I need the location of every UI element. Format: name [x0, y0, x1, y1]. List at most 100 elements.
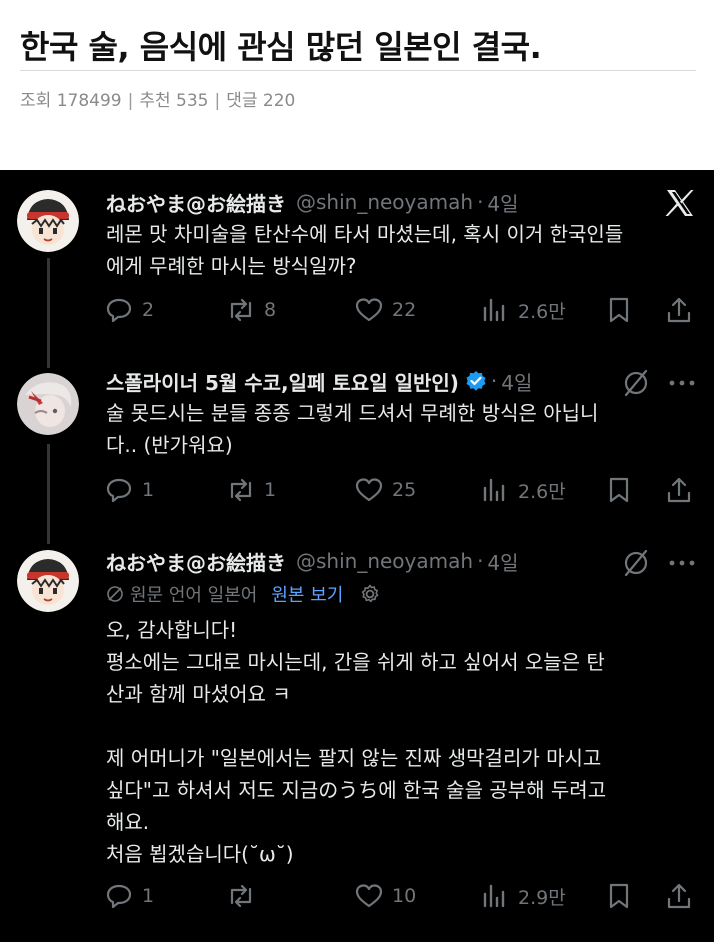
like-icon — [355, 478, 383, 502]
like-count: 25 — [392, 479, 417, 501]
dot-separator: · — [477, 549, 484, 573]
dot-separator: · — [490, 369, 498, 393]
tweet-header: ねおやま@お絵描き @shin_neoyamah · 4일 — [106, 546, 519, 576]
tweet-line: 해요. — [106, 810, 150, 834]
tweet-line: 오, 감사합니다! — [106, 618, 238, 642]
more-icon[interactable] — [668, 378, 696, 388]
retweet-icon — [230, 884, 252, 908]
tweet-actions: 1 10 2.9만 — [104, 876, 704, 916]
tweet-line: 다.. (반가워요) — [106, 433, 233, 457]
recommend-label: 추천 — [139, 91, 171, 111]
thread-line — [47, 258, 50, 368]
reply-icon — [106, 298, 132, 323]
display-name[interactable]: ねおやま@お絵描き — [106, 188, 286, 217]
like-count: 22 — [392, 299, 417, 321]
avatar[interactable] — [17, 373, 79, 435]
bookmark-button[interactable] — [604, 470, 634, 510]
views-label: 조회 — [20, 91, 52, 111]
reply-count: 2 — [142, 299, 155, 321]
post-header: 한국 술, 음식에 관심 많던 일본인 결국. 조회 178499 | 추천 535… — [0, 0, 714, 170]
retweet-count: 1 — [264, 479, 277, 501]
meta-separator: | — [127, 91, 134, 111]
retweet-icon — [230, 298, 252, 322]
recommend-count: 535 — [176, 91, 209, 111]
tweet-time[interactable]: 4일 — [487, 547, 518, 576]
reply-button[interactable]: 1 — [104, 470, 154, 510]
translation-row: 원문 언어 일본어 원본 보기 — [106, 580, 381, 608]
tweet-line: 술 못드시는 분들 종종 그렇게 드셔서 무례한 방식은 아닙니 — [106, 401, 599, 425]
comments-label: 댓글 — [226, 91, 258, 111]
views-button[interactable]: 2.9만 — [480, 876, 566, 916]
tweet-header: ねおやま@お絵描き @shin_neoyamah · 4일 — [106, 187, 519, 217]
views-button[interactable]: 2.6만 — [480, 470, 566, 510]
more-icon[interactable] — [668, 558, 696, 568]
views-count: 2.9만 — [518, 886, 566, 909]
views-button[interactable]: 2.6만 — [480, 290, 566, 330]
display-name[interactable]: 스폴라이너 5월 수코,일페 토요일 일반인) — [106, 367, 459, 396]
bookmark-icon — [609, 883, 629, 909]
reply-icon — [106, 884, 132, 909]
retweet-button[interactable]: 1 — [226, 470, 276, 510]
bookmark-icon — [609, 477, 629, 503]
views-count: 2.6만 — [518, 480, 566, 503]
tweet-thread-image: ねおやま@お絵描き @shin_neoyamah · 4일 레몬 맛 차미술을 … — [0, 170, 714, 942]
meta-separator: | — [214, 91, 221, 111]
user-handle[interactable]: @shin_neoyamah — [296, 549, 473, 573]
x-logo-icon[interactable] — [664, 188, 696, 218]
like-icon — [355, 884, 383, 908]
tweet-text: 술 못드시는 분들 종종 그렇게 드셔서 무례한 방식은 아닙니 다.. (반가… — [106, 397, 696, 461]
retweet-button[interactable] — [226, 876, 264, 916]
tweet-line: 제 어머니가 "일본에서는 팔지 않는 진짜 생막걸리가 마시고 — [106, 746, 602, 770]
share-icon — [667, 297, 691, 323]
share-icon — [667, 883, 691, 909]
gear-icon[interactable] — [359, 583, 381, 605]
reply-button[interactable]: 1 — [104, 876, 154, 916]
like-icon — [355, 298, 383, 322]
retweet-icon — [230, 478, 252, 502]
tweet-actions: 1 1 25 2.6만 — [104, 470, 704, 510]
user-handle[interactable]: @shin_neoyamah — [296, 190, 473, 214]
reply-count: 1 — [142, 885, 155, 907]
display-name[interactable]: ねおやま@お絵描き — [106, 547, 286, 576]
views-icon — [483, 884, 505, 908]
tweet-time[interactable]: 4일 — [501, 367, 532, 396]
retweet-button[interactable]: 8 — [226, 290, 276, 330]
reply-icon — [106, 478, 132, 503]
post-meta: 조회 178499 | 추천 535 | 댓글 220 — [20, 86, 295, 111]
reply-count: 1 — [142, 479, 155, 501]
bookmark-icon — [609, 297, 629, 323]
comments-count: 220 — [262, 91, 296, 111]
post-title: 한국 술, 음식에 관심 많던 일본인 결국. — [20, 28, 542, 66]
grok-icon[interactable] — [622, 369, 650, 397]
share-icon — [667, 477, 691, 503]
title-divider — [20, 70, 696, 71]
tweet-line — [106, 710, 696, 742]
share-button[interactable] — [664, 290, 694, 330]
tweet-line: 에게 무례한 마시는 방식일까? — [106, 254, 357, 278]
show-original-link[interactable]: 원본 보기 — [271, 581, 343, 607]
like-count: 10 — [392, 885, 417, 907]
tweet-text: 레몬 맛 차미술을 탄산수에 타서 마셨는데, 혹시 이거 한국인들 에게 무례… — [106, 218, 696, 282]
retweet-count: 8 — [264, 299, 277, 321]
globe-icon — [107, 586, 123, 602]
avatar[interactable] — [17, 190, 79, 252]
avatar[interactable] — [17, 550, 79, 612]
views-count: 178499 — [56, 91, 122, 111]
views-icon — [483, 478, 505, 502]
bookmark-button[interactable] — [604, 876, 634, 916]
views-count: 2.6만 — [518, 300, 566, 323]
tweet-time[interactable]: 4일 — [487, 188, 518, 217]
share-button[interactable] — [664, 470, 694, 510]
translation-language: 원문 언어 일본어 — [130, 585, 258, 606]
grok-icon[interactable] — [622, 549, 650, 577]
tweet-line: 싶다"고 하셔서 저도 지금のうち에 한국 술을 공부해 두려고 — [106, 778, 607, 802]
like-button[interactable]: 25 — [354, 470, 416, 510]
like-button[interactable]: 10 — [354, 876, 416, 916]
share-button[interactable] — [664, 876, 694, 916]
tweet-line: 평소에는 그대로 마시는데, 간을 쉬게 하고 싶어서 오늘은 탄 — [106, 650, 605, 674]
like-button[interactable]: 22 — [354, 290, 416, 330]
verified-badge-icon — [466, 371, 486, 391]
reply-button[interactable]: 2 — [104, 290, 154, 330]
bookmark-button[interactable] — [604, 290, 634, 330]
views-icon — [483, 298, 505, 322]
